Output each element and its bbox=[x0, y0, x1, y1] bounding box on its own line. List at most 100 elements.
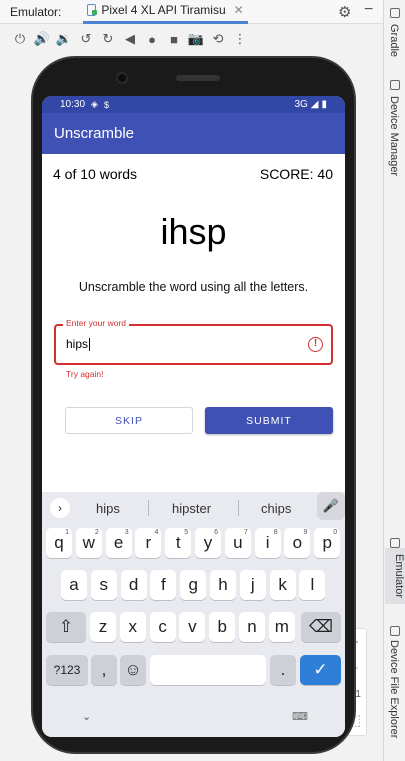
gradle-tool-tab[interactable]: Gradle bbox=[388, 24, 400, 57]
key-m[interactable]: m bbox=[268, 612, 295, 642]
screenshot-icon[interactable]: 📷 bbox=[185, 28, 207, 50]
input-error-text: Try again! bbox=[66, 369, 104, 379]
symbols-key-label: ?123 bbox=[53, 663, 81, 677]
gear-icon[interactable]: ⚙ bbox=[338, 3, 351, 21]
key-b[interactable]: b bbox=[209, 612, 236, 642]
key-v-label: v bbox=[188, 617, 197, 636]
key-f-label: f bbox=[161, 575, 166, 594]
power-icon[interactable]: ⏻ bbox=[9, 28, 31, 50]
key-g[interactable]: g bbox=[180, 570, 207, 600]
backspace-key[interactable]: ⌫ bbox=[301, 612, 341, 642]
network-type: 3G bbox=[294, 99, 308, 110]
period-key[interactable]: . bbox=[270, 655, 296, 685]
key-z[interactable]: z bbox=[90, 612, 116, 642]
suggestion-divider bbox=[238, 500, 239, 516]
shift-key[interactable]: ⇧ bbox=[46, 612, 86, 642]
key-k[interactable]: k bbox=[269, 570, 296, 600]
key-e-label: e bbox=[113, 533, 124, 552]
key-t[interactable]: t5 bbox=[165, 528, 192, 558]
device-tab[interactable]: Pixel 4 XL API Tiramisu ✕ bbox=[83, 0, 248, 24]
home-icon[interactable]: ● bbox=[141, 28, 163, 50]
symbols-key[interactable]: ?123 bbox=[46, 655, 88, 685]
front-camera-icon bbox=[116, 72, 128, 84]
emulator-tool-tab[interactable]: Emulator bbox=[385, 548, 405, 605]
suggestion-3[interactable]: chips bbox=[261, 501, 291, 516]
volume-down-icon[interactable]: 🔉 bbox=[53, 28, 75, 50]
overview-icon[interactable]: ■ bbox=[163, 28, 185, 50]
suggestion-strip: › hips hipster chips 🎤 bbox=[42, 492, 345, 524]
key-d-label: d bbox=[128, 575, 139, 594]
game-content: 4 of 10 words SCORE: 40 ihsp Unscramble … bbox=[42, 154, 345, 494]
key-r-label: r bbox=[145, 533, 152, 552]
key-s[interactable]: s bbox=[90, 570, 117, 600]
back-icon[interactable]: ◀ bbox=[119, 28, 141, 50]
emulator-label: Emulator: bbox=[10, 4, 62, 19]
key-l[interactable]: l bbox=[299, 570, 326, 600]
key-v[interactable]: v bbox=[179, 612, 206, 642]
key-x[interactable]: x bbox=[119, 612, 146, 642]
instructions-text: Unscramble the word using all the letter… bbox=[78, 280, 309, 294]
key-b-label: b bbox=[217, 617, 227, 636]
emulator-toolbar: ⏻ 🔊 🔉 ↺ ↻ ◀ ● ■ 📷 ⟲ ⋮ bbox=[0, 28, 383, 50]
key-q[interactable]: q1 bbox=[46, 528, 72, 558]
app-title: Unscramble bbox=[54, 125, 135, 142]
device-screen: 10:30 ◈ $ 3G ◢ ▮ Unscramble 4 of 10 word… bbox=[42, 96, 345, 737]
more-options-icon[interactable]: ⋮ bbox=[229, 28, 251, 50]
key-e[interactable]: e3 bbox=[105, 528, 132, 558]
error-icon: ! bbox=[308, 337, 323, 352]
key-u[interactable]: u7 bbox=[224, 528, 251, 558]
suggestion-1[interactable]: hips bbox=[96, 501, 120, 516]
key-hint: 7 bbox=[243, 529, 248, 536]
close-tab-icon[interactable]: ✕ bbox=[234, 3, 244, 17]
hide-panel-icon[interactable]: − bbox=[364, 1, 373, 19]
key-f[interactable]: f bbox=[150, 570, 177, 600]
key-p[interactable]: p0 bbox=[314, 528, 341, 558]
keyboard-switch-icon[interactable]: ⌨ bbox=[292, 710, 308, 723]
key-o[interactable]: o9 bbox=[284, 528, 311, 558]
key-i[interactable]: i8 bbox=[254, 528, 281, 558]
device-file-explorer-tool-tab[interactable]: Device File Explorer bbox=[388, 640, 400, 738]
snapshot-icon[interactable]: ⟲ bbox=[207, 28, 229, 50]
rotate-right-icon[interactable]: ↻ bbox=[97, 28, 119, 50]
key-g-label: g bbox=[188, 575, 198, 594]
key-c[interactable]: c bbox=[149, 612, 176, 642]
comma-key[interactable]: , bbox=[91, 655, 117, 685]
chevron-right-icon[interactable]: › bbox=[50, 498, 70, 518]
key-hint: 2 bbox=[94, 529, 99, 536]
microphone-icon[interactable]: 🎤 bbox=[317, 492, 345, 520]
chevron-down-icon[interactable]: ⌄ bbox=[82, 710, 91, 723]
key-a[interactable]: a bbox=[61, 570, 87, 600]
key-w-label: w bbox=[82, 533, 95, 552]
key-i-label: i bbox=[265, 533, 270, 552]
key-r[interactable]: r4 bbox=[135, 528, 162, 558]
sim-icon: $ bbox=[103, 99, 109, 110]
word-input-value[interactable]: hips bbox=[66, 338, 91, 351]
key-hint: 3 bbox=[124, 529, 129, 536]
emoji-key[interactable]: ☺ bbox=[120, 655, 146, 685]
device-manager-tool-tab[interactable]: Device Manager bbox=[388, 96, 400, 176]
space-key[interactable] bbox=[150, 655, 266, 685]
key-n[interactable]: n bbox=[239, 612, 265, 642]
enter-key[interactable]: ✓ bbox=[300, 655, 341, 685]
comma-key-label: , bbox=[101, 660, 107, 679]
volume-up-icon[interactable]: 🔊 bbox=[31, 28, 53, 50]
period-key-label: . bbox=[280, 660, 286, 679]
rotate-left-icon[interactable]: ↺ bbox=[75, 28, 97, 50]
suggestion-divider bbox=[148, 500, 149, 516]
device-manager-icon bbox=[390, 80, 400, 90]
emulator-icon bbox=[390, 538, 400, 548]
key-hint: 1 bbox=[65, 529, 69, 536]
key-d[interactable]: d bbox=[120, 570, 147, 600]
key-h[interactable]: h bbox=[210, 570, 236, 600]
key-j[interactable]: j bbox=[239, 570, 266, 600]
score-label: SCORE: 40 bbox=[259, 166, 333, 182]
word-input-field[interactable]: Enter your word hips ! bbox=[54, 318, 333, 365]
key-c-label: c bbox=[158, 617, 167, 636]
key-w[interactable]: w2 bbox=[75, 528, 102, 558]
skip-button[interactable]: SKIP bbox=[65, 407, 193, 434]
suggestion-2[interactable]: hipster bbox=[172, 501, 211, 516]
key-o-label: o bbox=[292, 533, 303, 552]
submit-button[interactable]: SUBMIT bbox=[205, 407, 333, 434]
status-time: 10:30 bbox=[60, 99, 86, 110]
key-y[interactable]: y6 bbox=[195, 528, 221, 558]
